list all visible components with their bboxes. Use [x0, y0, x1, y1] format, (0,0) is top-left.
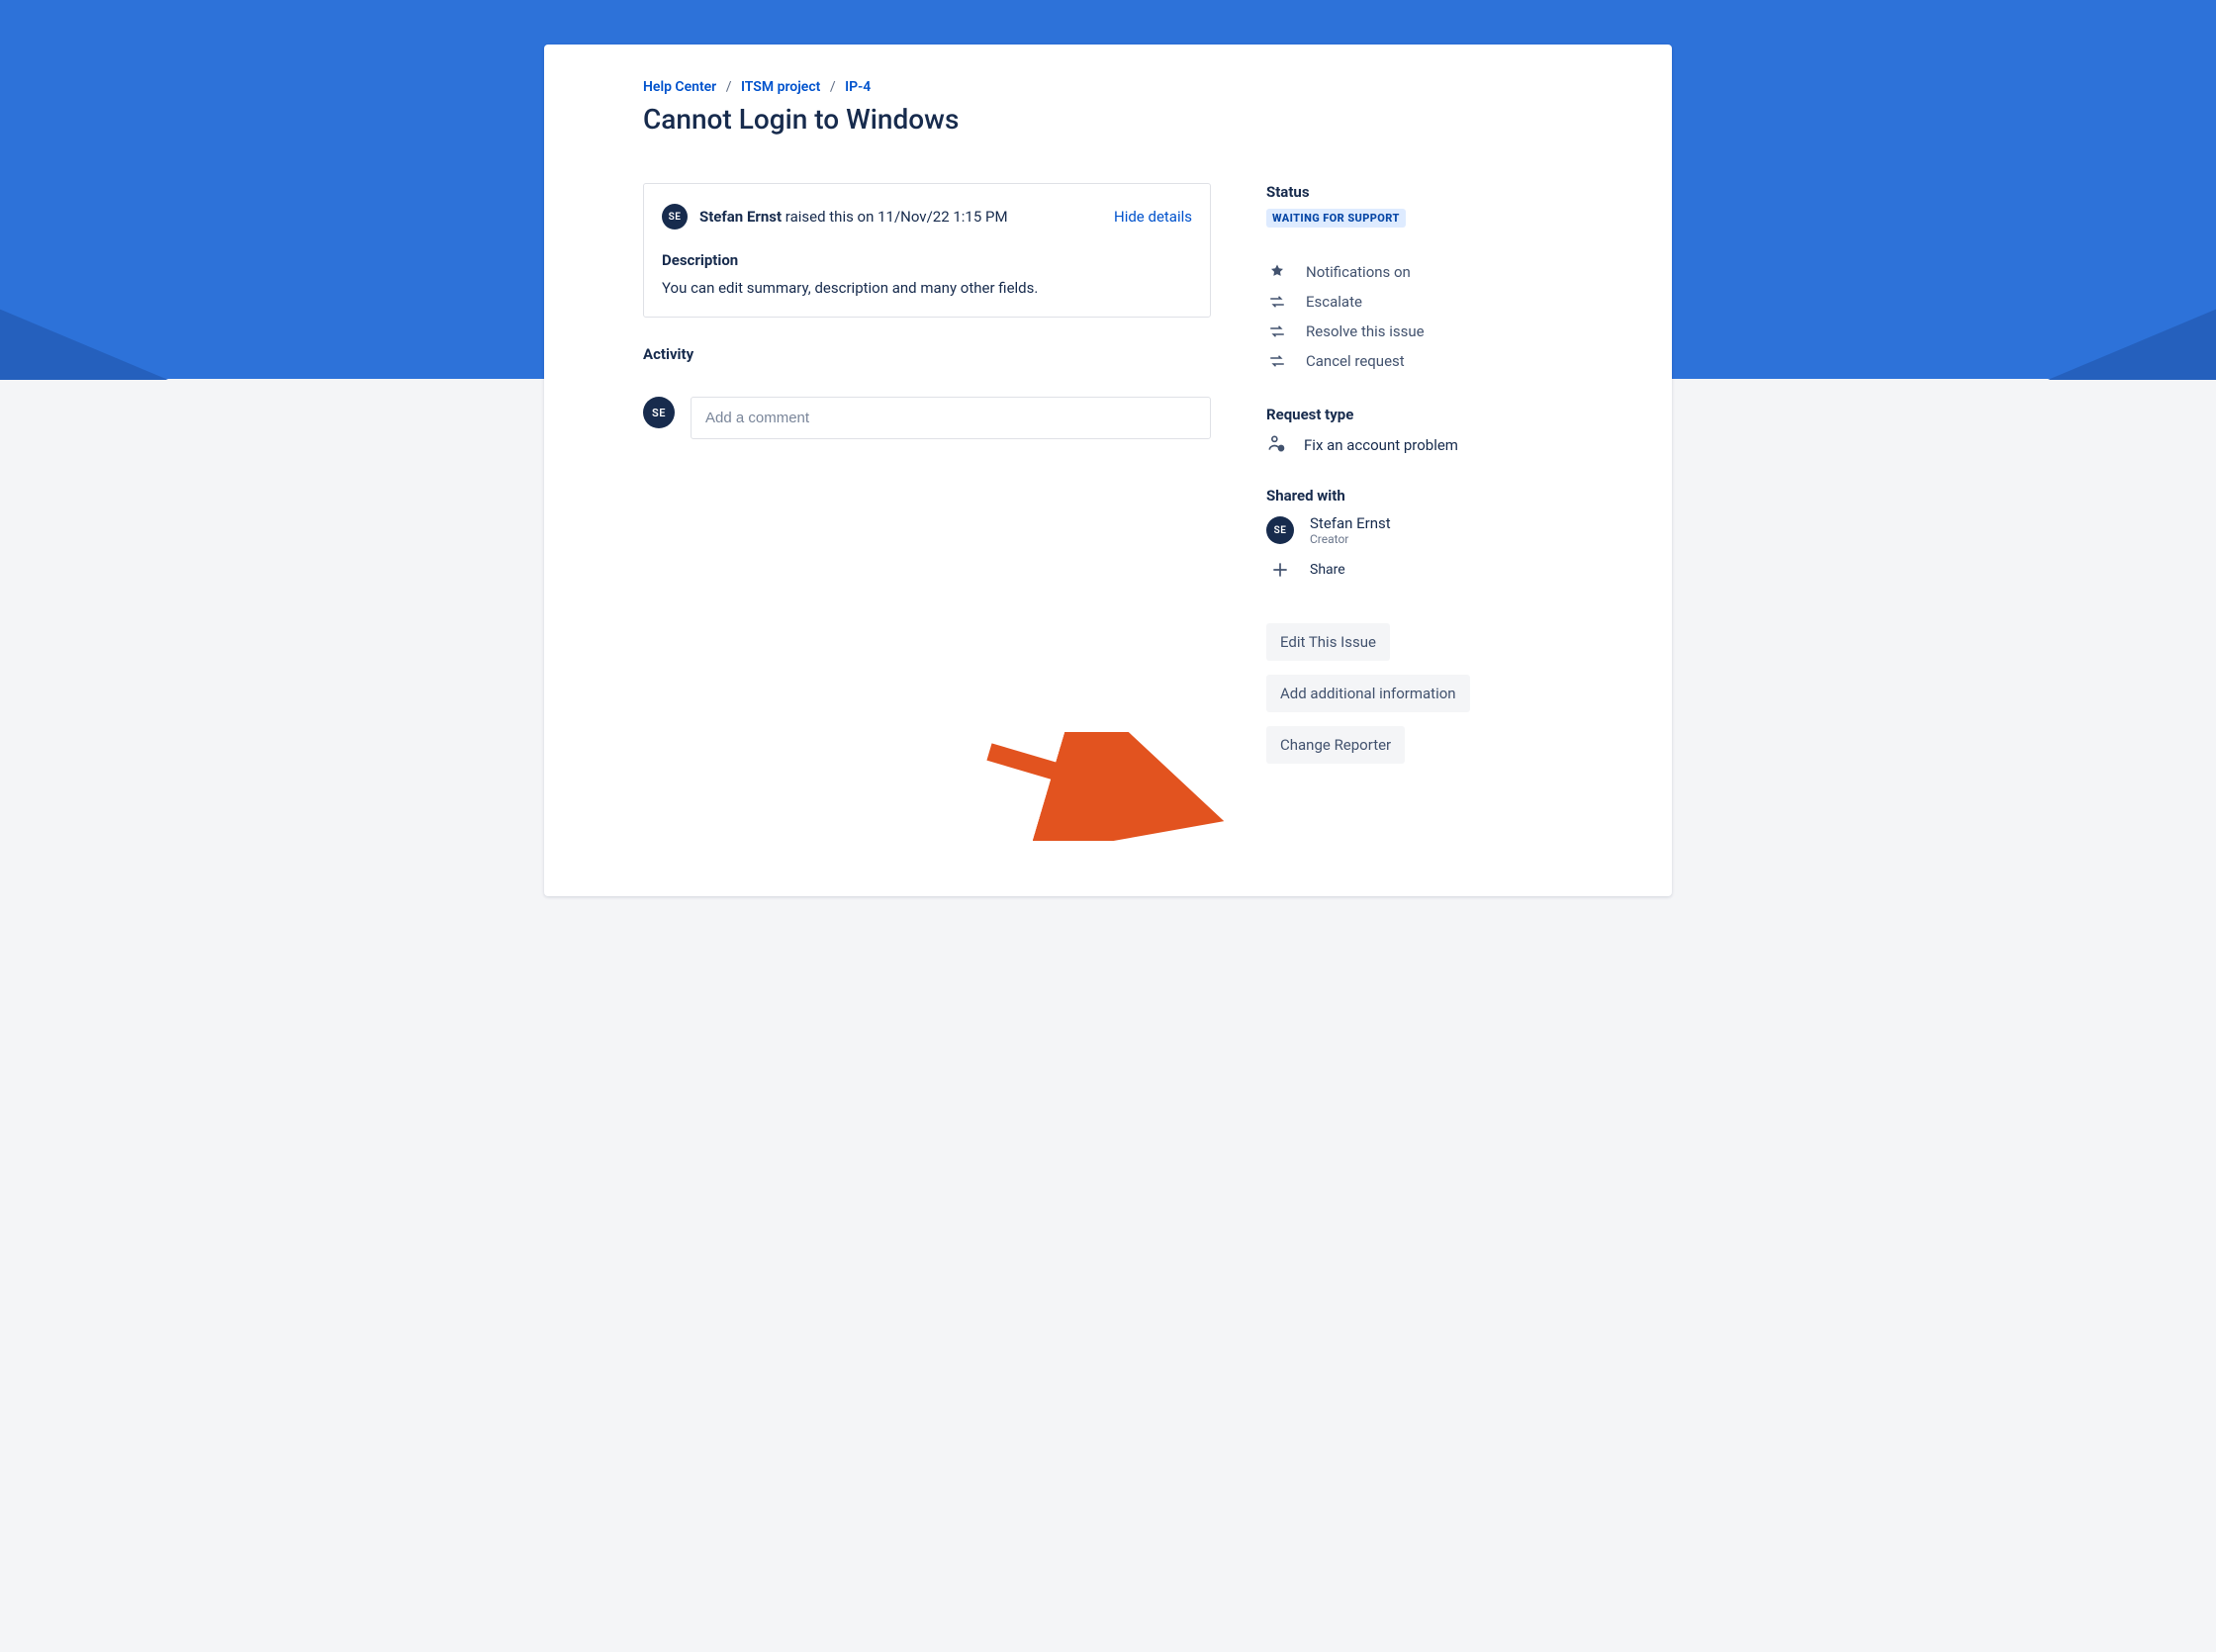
account-problem-icon — [1266, 433, 1286, 457]
action-label: Resolve this issue — [1306, 322, 1425, 340]
request-type-label: Request type — [1266, 406, 1573, 423]
ticket-card: Help Center / ITSM project / IP-4 Cannot… — [544, 45, 1672, 896]
swap-icon — [1266, 352, 1288, 370]
change-reporter-button[interactable]: Change Reporter — [1266, 726, 1405, 764]
reporter-avatar: SE — [662, 204, 688, 229]
add-info-button[interactable]: Add additional information — [1266, 675, 1470, 712]
swap-icon — [1266, 293, 1288, 311]
resolve-action[interactable]: Resolve this issue — [1266, 317, 1573, 346]
cancel-action[interactable]: Cancel request — [1266, 346, 1573, 376]
activity-heading: Activity — [643, 345, 1211, 363]
shared-user-row: SE Stefan Ernst Creator — [1266, 514, 1573, 546]
status-badge: WAITING FOR SUPPORT — [1266, 209, 1406, 228]
details-panel: SE Stefan Ernst raised this on 11/Nov/22… — [643, 183, 1211, 318]
breadcrumb: Help Center / ITSM project / IP-4 — [643, 79, 1573, 95]
hide-details-link[interactable]: Hide details — [1114, 208, 1192, 226]
reporter-name: Stefan Ernst — [699, 208, 782, 226]
bell-icon — [1266, 263, 1288, 281]
share-label: Share — [1310, 562, 1345, 578]
swap-icon — [1266, 322, 1288, 340]
plus-icon — [1266, 556, 1294, 584]
action-label: Escalate — [1306, 293, 1362, 311]
breadcrumb-project[interactable]: ITSM project — [741, 79, 820, 95]
share-button[interactable]: Share — [1266, 556, 1573, 584]
escalate-action[interactable]: Escalate — [1266, 287, 1573, 317]
raised-by-text: Stefan Ernst raised this on 11/Nov/22 1:… — [699, 208, 1008, 226]
shared-user-role: Creator — [1310, 532, 1391, 546]
shared-with-label: Shared with — [1266, 487, 1573, 505]
current-user-avatar: SE — [643, 397, 675, 428]
page-title: Cannot Login to Windows — [643, 103, 1573, 136]
bg-shape — [2048, 297, 2216, 380]
status-label: Status — [1266, 183, 1573, 201]
description-text: You can edit summary, description and ma… — [662, 279, 1192, 297]
shared-user-avatar: SE — [1266, 516, 1294, 544]
raised-date: 11/Nov/22 1:15 PM — [877, 208, 1007, 226]
bg-shape — [0, 297, 168, 380]
action-label: Notifications on — [1306, 263, 1411, 281]
breadcrumb-separator: / — [824, 79, 842, 95]
edit-issue-button[interactable]: Edit This Issue — [1266, 623, 1390, 661]
comment-input[interactable] — [691, 397, 1211, 439]
action-label: Cancel request — [1306, 352, 1405, 370]
shared-user-name: Stefan Ernst — [1310, 514, 1391, 532]
breadcrumb-issue-key[interactable]: IP-4 — [845, 79, 871, 95]
breadcrumb-help-center[interactable]: Help Center — [643, 79, 716, 95]
breadcrumb-separator: / — [720, 79, 738, 95]
notifications-action[interactable]: Notifications on — [1266, 257, 1573, 287]
description-label: Description — [662, 251, 1192, 269]
request-type-value: Fix an account problem — [1304, 436, 1458, 454]
